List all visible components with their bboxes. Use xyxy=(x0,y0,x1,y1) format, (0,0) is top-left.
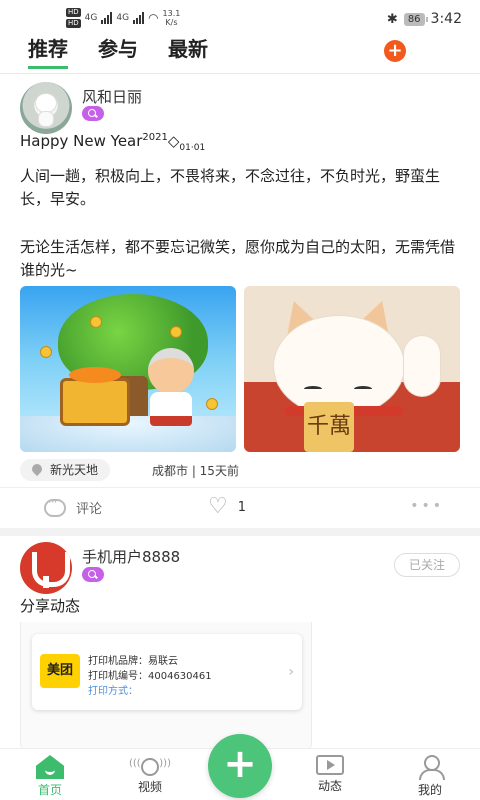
status-left: HD HD 4G 4G ◠ 13.1 K/s xyxy=(66,8,180,28)
tab-latest[interactable]: 最新 xyxy=(168,36,208,69)
comment-label: 评论 xyxy=(76,502,103,517)
printer-brand: 打印机品牌：易联云 xyxy=(88,656,178,667)
coin-icon xyxy=(90,316,102,328)
user-icon xyxy=(416,755,445,780)
cat-paw xyxy=(404,336,440,396)
feed-tabs: 推荐 参与 最新 xyxy=(28,36,208,69)
post-image-lucky-cat[interactable]: 千萬 xyxy=(244,286,460,452)
location-pin-icon xyxy=(29,461,45,477)
speed-unit: K/s xyxy=(165,18,178,27)
nav-label: 我的 xyxy=(417,783,442,797)
meituan-logo: 美团 xyxy=(40,654,80,688)
post-username[interactable]: 手机用户8888 xyxy=(82,546,180,567)
print-method: 打印方式： xyxy=(88,686,138,697)
printer-number: 打印机编号：4004630461 xyxy=(88,671,212,682)
signal-icon xyxy=(133,12,145,24)
comment-icon xyxy=(44,495,66,517)
nav-dynamic[interactable]: 动态 xyxy=(300,749,360,794)
location-label: 新光天地 xyxy=(50,463,99,477)
section-separator xyxy=(0,528,480,536)
nav-label: 首页 xyxy=(37,783,62,797)
battery-icon: 86 xyxy=(403,12,428,26)
divider xyxy=(0,73,480,74)
post-username[interactable]: 风和日丽 xyxy=(82,86,142,107)
cat-scroll: 千萬 xyxy=(304,402,354,452)
search-badge-icon xyxy=(82,106,104,121)
broadcast-icon xyxy=(129,758,171,776)
avatar[interactable] xyxy=(20,542,72,594)
cat-eye xyxy=(354,386,372,392)
cat-head xyxy=(274,316,404,416)
status-right: ✱ 86 3:42 xyxy=(387,11,462,27)
coin-icon xyxy=(40,346,52,358)
network-speed: 13.1 K/s xyxy=(163,9,181,27)
title-date: 01·01 xyxy=(179,143,206,153)
post-text: 分享动态 xyxy=(20,597,81,615)
wifi-icon: ◠ xyxy=(148,11,159,25)
clock: 3:42 xyxy=(430,11,462,27)
nav-label: 视频 xyxy=(137,780,162,794)
signal-icon xyxy=(101,12,113,24)
heart-icon: ♡ xyxy=(208,494,228,519)
location-tag[interactable]: 新光天地 xyxy=(20,459,111,481)
divider xyxy=(0,487,480,488)
post-title: Happy New Year2021◇01·01 xyxy=(20,132,205,153)
home-icon xyxy=(36,755,64,779)
bluetooth-icon: ✱ xyxy=(386,11,398,27)
nav-label: 动态 xyxy=(317,779,342,793)
nav-video[interactable]: 视频 xyxy=(120,749,180,795)
network-label: 4G xyxy=(84,13,98,23)
chevron-right-icon: › xyxy=(288,664,294,680)
like-button[interactable]: ♡ 1 xyxy=(208,494,247,519)
hd-badge: HD xyxy=(66,8,81,17)
post-paragraph: 人间一趟，积极向上，不畏将来，不念过往，不负时光，野蛮生长，早安。 xyxy=(20,167,441,208)
like-count: 1 xyxy=(237,499,247,515)
cartoon-boy-head xyxy=(148,348,194,394)
play-icon xyxy=(316,755,344,775)
title-year: 2021 xyxy=(142,132,168,143)
follow-button[interactable]: 已关注 xyxy=(394,553,460,577)
cat-eye xyxy=(304,386,322,392)
tab-participate[interactable]: 参与 xyxy=(98,36,138,69)
nav-home[interactable]: 首页 xyxy=(20,749,80,798)
title-symbol: ◇ xyxy=(167,132,180,150)
speed-value: 13.1 xyxy=(162,9,181,18)
avatar[interactable] xyxy=(20,82,72,134)
post-image-game[interactable] xyxy=(20,286,236,452)
coin-icon xyxy=(170,326,182,338)
cartoon-boy-body xyxy=(150,392,192,426)
printer-info-card[interactable]: 美团 打印机品牌：易联云 打印机编号：4004630461 打印方式： › xyxy=(32,634,302,710)
more-options-icon[interactable]: ••• xyxy=(410,498,444,514)
title-main: Happy New Year xyxy=(20,132,143,150)
comment-button[interactable]: 评论 xyxy=(44,495,103,517)
tab-recommend[interactable]: 推荐 xyxy=(28,36,68,69)
post-paragraph: 无论生活怎样，都不要忘记微笑，愿你成为自己的太阳，无需凭借谁的光~ xyxy=(20,238,456,279)
post-meta: 成都市 | 15天前 xyxy=(152,464,239,478)
nav-mine[interactable]: 我的 xyxy=(400,749,460,798)
coin-icon xyxy=(206,398,218,410)
publish-button[interactable]: + xyxy=(208,734,272,798)
treasure-chest xyxy=(60,367,130,426)
hd-badge: HD xyxy=(66,19,81,28)
status-bar: HD HD 4G 4G ◠ 13.1 K/s ✱ 86 3:42 xyxy=(0,0,480,36)
search-badge-icon xyxy=(82,567,104,582)
network-label: 4G xyxy=(116,13,130,23)
add-post-button[interactable]: + xyxy=(384,40,406,62)
hd-indicators: HD HD xyxy=(66,8,81,28)
